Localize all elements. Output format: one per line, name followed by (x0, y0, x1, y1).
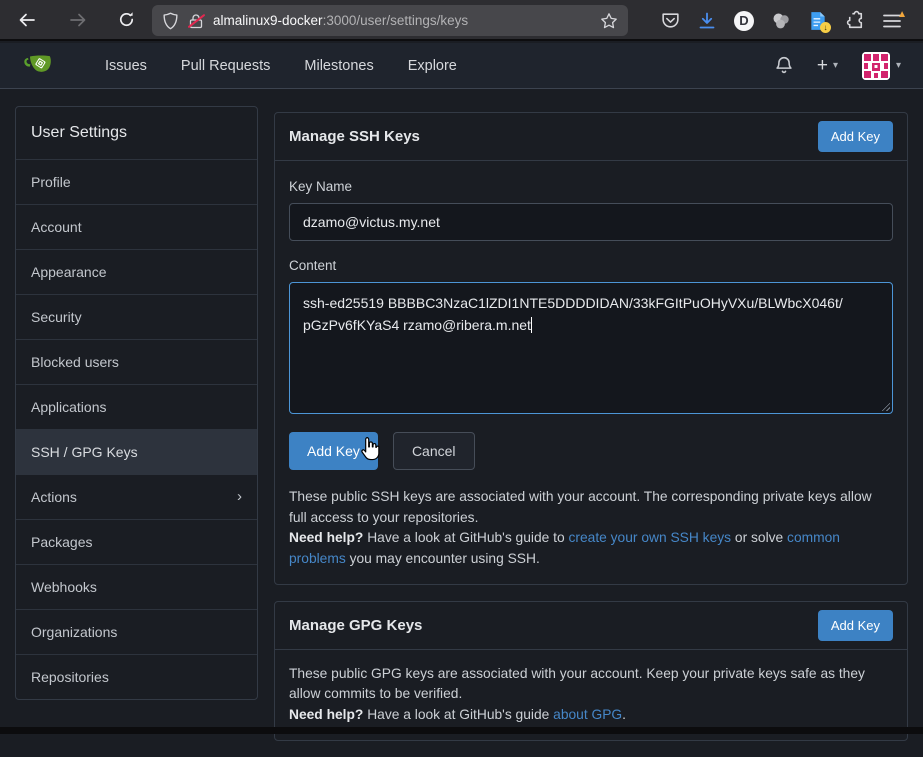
ssh-keys-panel: Manage SSH Keys Add Key Key Name Content… (274, 112, 908, 585)
main-column: Manage SSH Keys Add Key Key Name Content… (274, 112, 908, 757)
sidebar-item-actions[interactable]: Actions › (16, 474, 257, 519)
sidebar-item-security[interactable]: Security (16, 294, 257, 339)
settings-sidebar: User Settings Profile Account Appearance… (15, 106, 258, 700)
sidebar-item-repositories[interactable]: Repositories (16, 654, 257, 699)
sidebar-item-ssh-gpg-keys[interactable]: SSH / GPG Keys (16, 429, 257, 474)
nav-links: Issues Pull Requests Milestones Explore (88, 46, 474, 86)
gpg-keys-panel: Manage GPG Keys Add Key These public GPG… (274, 601, 908, 741)
sidebar-item-appearance[interactable]: Appearance (16, 249, 257, 294)
browser-forward-button[interactable] (63, 5, 93, 35)
doc-badge-arrow: ↓ (820, 22, 831, 33)
extension-circles-icon[interactable] (769, 9, 793, 33)
d-letter: D (734, 11, 754, 31)
extension-d-icon[interactable]: D (732, 9, 756, 33)
chevron-down-icon: ▾ (833, 60, 838, 71)
sidebar-item-webhooks[interactable]: Webhooks (16, 564, 257, 609)
gpg-panel-title: Manage GPG Keys (289, 617, 422, 634)
ssh-panel-body: Key Name Content ssh-ed25519 BBBBC3NzaC1… (275, 161, 907, 584)
nav-link-explore[interactable]: Explore (391, 46, 474, 86)
gitea-navbar: Issues Pull Requests Milestones Explore … (0, 43, 923, 89)
browser-back-button[interactable] (12, 5, 42, 35)
url-host: almalinux9-docker (213, 13, 323, 28)
create-new-dropdown[interactable]: + ▾ (817, 56, 838, 75)
url-path: :3000/user/settings/keys (323, 13, 469, 28)
forward-arrow-icon (69, 12, 87, 28)
sidebar-item-blocked-users[interactable]: Blocked users (16, 339, 257, 384)
insecure-lock-icon[interactable] (188, 13, 204, 29)
gpg-add-key-toggle-button[interactable]: Add Key (818, 610, 893, 641)
gpg-panel-header: Manage GPG Keys Add Key (275, 602, 907, 650)
plus-icon: + (817, 56, 828, 75)
page-content: User Settings Profile Account Appearance… (0, 89, 923, 727)
key-name-label: Key Name (289, 179, 893, 194)
update-badge-icon: ▲ (897, 10, 907, 20)
sidebar-item-profile[interactable]: Profile (16, 159, 257, 204)
key-name-input[interactable] (289, 203, 893, 241)
extension-doc-download-icon[interactable]: ↓ (806, 9, 830, 33)
key-content-line1: ssh-ed25519 BBBBC3NzaC1lZDI1NTE5DDDDIDAN… (303, 295, 843, 311)
ssh-panel-header: Manage SSH Keys Add Key (275, 113, 907, 161)
extensions-puzzle-icon[interactable] (843, 9, 867, 33)
navbar-right: + ▾ ▾ (775, 52, 923, 80)
gitea-logo[interactable] (24, 51, 56, 81)
sidebar-item-packages[interactable]: Packages (16, 519, 257, 564)
chevron-right-icon: › (237, 490, 242, 504)
ssh-help-text: These public SSH keys are associated wit… (289, 487, 893, 570)
bookmark-star-icon[interactable] (600, 12, 618, 30)
gpg-help-text: These public GPG keys are associated wit… (289, 664, 893, 726)
shield-icon[interactable] (162, 12, 179, 30)
sidebar-item-organizations[interactable]: Organizations (16, 609, 257, 654)
key-content-textarea[interactable]: ssh-ed25519 BBBBC3NzaC1lZDI1NTE5DDDDIDAN… (289, 282, 893, 414)
need-help-bold: Need help? (289, 530, 363, 545)
browser-extensions-row: D ↓ ▲ (648, 0, 904, 41)
content-label: Content (289, 258, 893, 273)
sidebar-item-applications[interactable]: Applications (16, 384, 257, 429)
back-arrow-icon (18, 12, 36, 28)
pocket-icon[interactable] (658, 9, 682, 33)
sidebar-title: User Settings (16, 107, 257, 159)
ssh-add-key-toggle-button[interactable]: Add Key (818, 121, 893, 152)
avatar (862, 52, 890, 80)
nav-link-milestones[interactable]: Milestones (287, 46, 390, 86)
nav-link-issues[interactable]: Issues (88, 46, 164, 86)
browser-toolbar: almalinux9-docker:3000/user/settings/key… (0, 0, 923, 41)
url-text: almalinux9-docker:3000/user/settings/key… (213, 13, 591, 28)
browser-reload-button[interactable] (111, 5, 141, 35)
chevron-down-icon: ▾ (896, 60, 901, 71)
reload-icon (118, 11, 135, 28)
form-buttons: Add Key Cancel (289, 432, 893, 470)
browser-url-bar[interactable]: almalinux9-docker:3000/user/settings/key… (152, 5, 628, 36)
need-help-bold: Need help? (289, 707, 363, 722)
ssh-panel-title: Manage SSH Keys (289, 128, 420, 145)
text-caret (531, 317, 532, 333)
cancel-button[interactable]: Cancel (393, 432, 475, 470)
sidebar-item-account[interactable]: Account (16, 204, 257, 249)
create-ssh-keys-link[interactable]: create your own SSH keys (568, 530, 731, 545)
add-key-submit-button[interactable]: Add Key (289, 432, 378, 470)
menu-hamburger-icon[interactable]: ▲ (880, 9, 904, 33)
nav-link-pull-requests[interactable]: Pull Requests (164, 46, 287, 86)
notifications-bell-icon[interactable] (775, 56, 793, 76)
user-menu-dropdown[interactable]: ▾ (862, 52, 901, 80)
window-bottom-edge (0, 727, 923, 734)
downloads-icon[interactable] (695, 9, 719, 33)
resize-handle[interactable] (879, 400, 890, 411)
key-content-line2: pGzPv6fKYaS4 rzamo@ribera.m.net (303, 317, 531, 333)
about-gpg-link[interactable]: about GPG (553, 707, 622, 722)
